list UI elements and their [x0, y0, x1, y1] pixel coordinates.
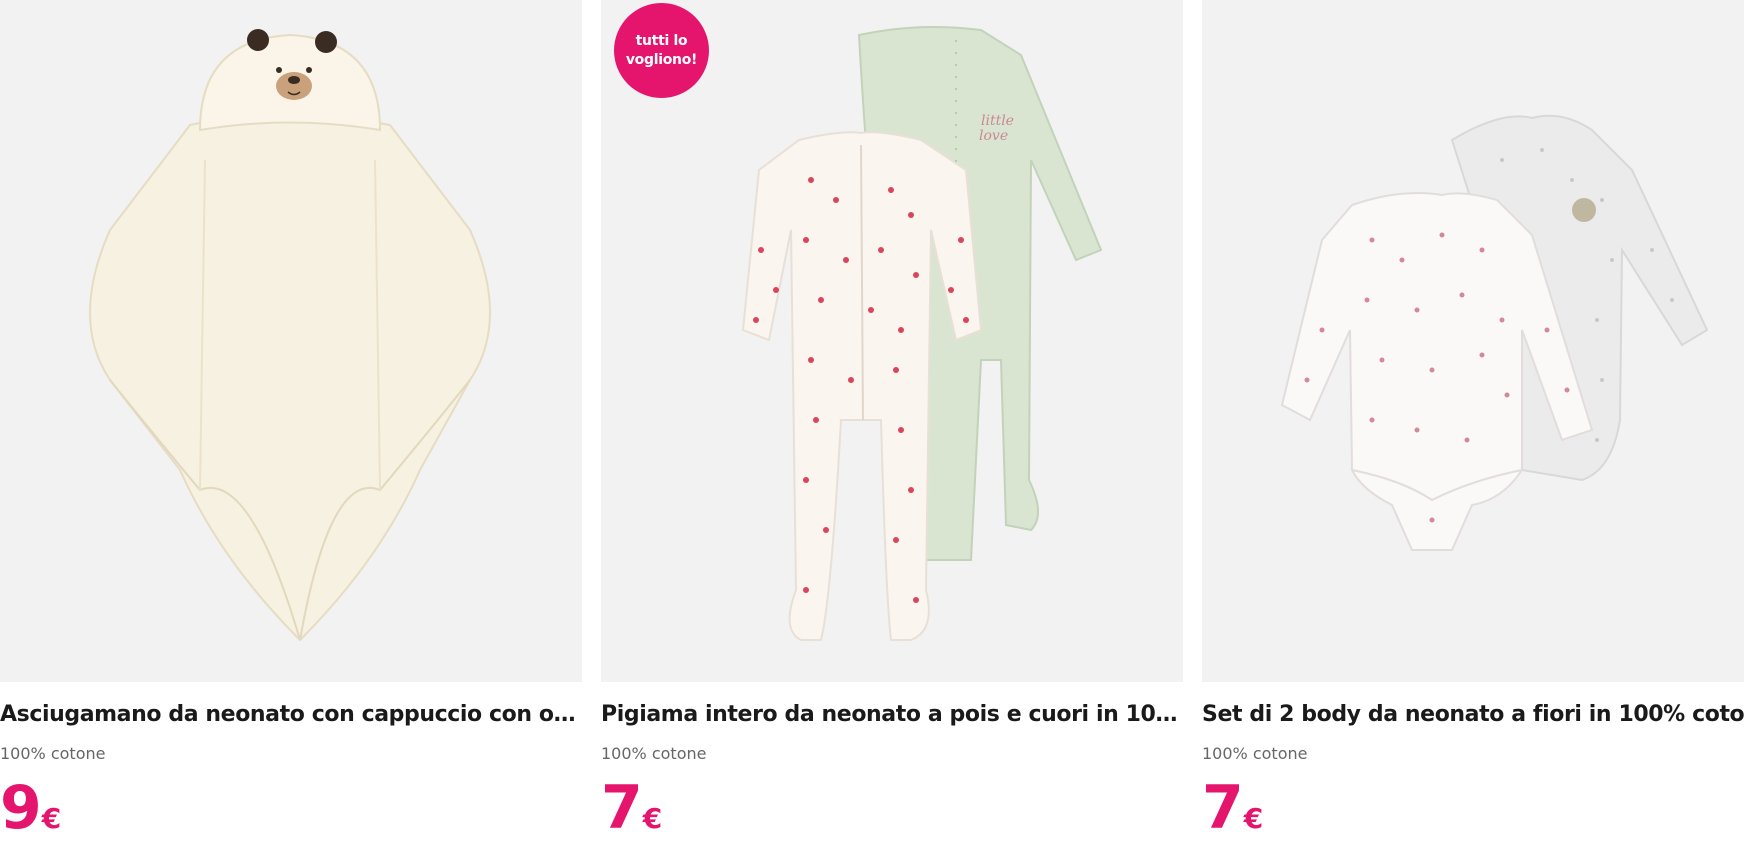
product-grid: Asciugamano da neonato con cappuccio con…	[0, 0, 1744, 843]
popular-badge: tutti lo vogliono!	[614, 3, 709, 98]
product-material: 100% cotone	[0, 744, 106, 763]
product-price: 7 €	[1202, 776, 1263, 840]
product-material: 100% cotone	[601, 744, 707, 763]
price-currency: €	[642, 802, 663, 835]
product-card-body-set[interactable]: Set di 2 body da neonato a fiori in 100%…	[1202, 0, 1744, 843]
price-currency: €	[41, 802, 62, 835]
product-image-body-set[interactable]	[1202, 0, 1744, 682]
svg-text:little: little	[981, 113, 1014, 129]
body-set-illustration	[1280, 114, 1709, 551]
product-material: 100% cotone	[1202, 744, 1308, 763]
product-card-sleepsuit[interactable]: little love tutti lo vogliono! Pigiama i…	[601, 0, 1183, 843]
product-card-hooded-towel[interactable]: Asciugamano da neonato con cappuccio con…	[0, 0, 582, 843]
svg-text:love: love	[979, 128, 1008, 144]
price-currency: €	[1243, 802, 1264, 835]
price-amount: 9	[0, 773, 42, 843]
product-image-hooded-towel[interactable]	[0, 0, 582, 682]
hooded-towel-illustration	[89, 29, 491, 642]
product-title[interactable]: Pigiama intero da neonato a pois e cuori…	[601, 702, 1183, 727]
product-image-sleepsuit[interactable]: little love tutti lo vogliono!	[601, 0, 1183, 682]
product-price: 7 €	[601, 776, 662, 840]
product-title[interactable]: Set di 2 body da neonato a fiori in 100%…	[1202, 702, 1744, 727]
price-amount: 7	[601, 773, 643, 843]
product-title[interactable]: Asciugamano da neonato con cappuccio con…	[0, 702, 582, 727]
product-price: 9 €	[0, 776, 61, 840]
price-amount: 7	[1202, 773, 1244, 843]
sleepsuit-illustration: little love	[741, 25, 1103, 641]
